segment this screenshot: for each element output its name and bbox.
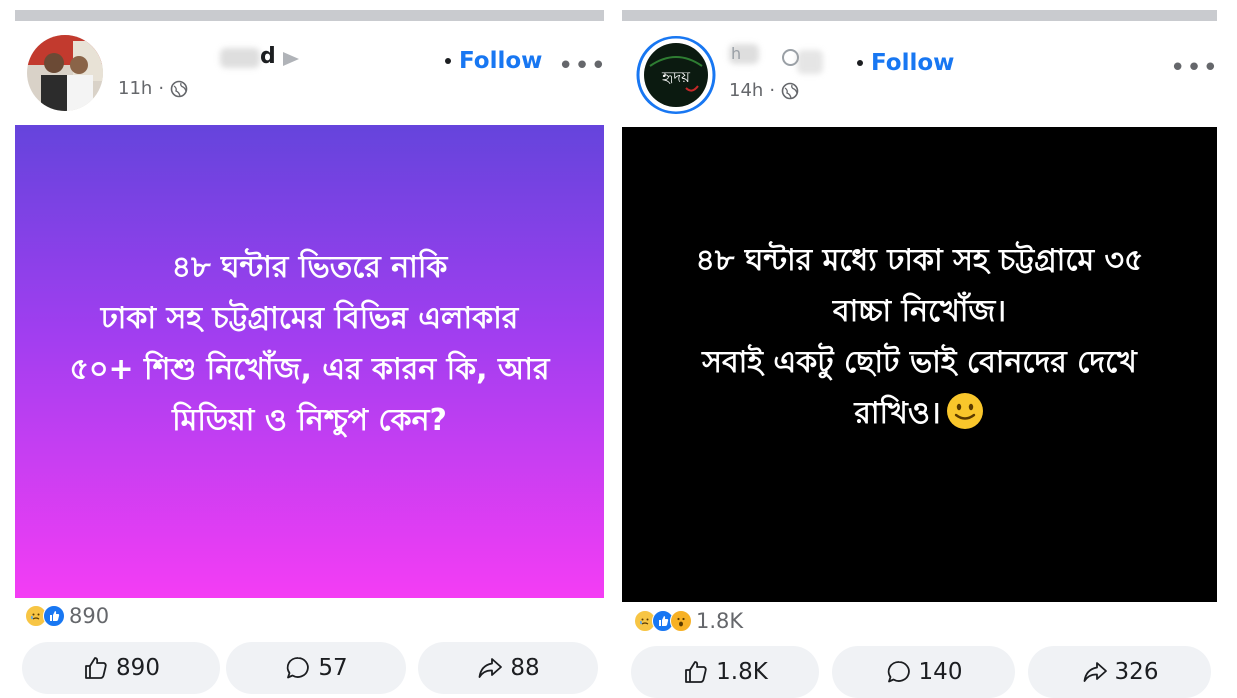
comment-count: 57 xyxy=(318,655,348,681)
smile-emoji-icon xyxy=(946,392,983,429)
like-reaction-icon xyxy=(43,605,65,627)
share-count: 88 xyxy=(510,655,540,681)
comment-icon xyxy=(887,661,910,683)
post-text-card: ৪৮ ঘন্টার ভিতরে নাকি ঢাকা সহ চট্টগ্রামের… xyxy=(15,125,604,598)
like-button[interactable]: 890 xyxy=(22,642,220,694)
post-meta: 11h · xyxy=(118,78,188,99)
follow-button[interactable]: Follow xyxy=(445,48,542,74)
reaction-count: 1.8K xyxy=(696,609,744,633)
like-icon xyxy=(85,657,107,679)
globe-icon xyxy=(170,80,188,97)
post-text-body: ৪৮ ঘন্টার মধ্যে ঢাকা সহ চট্টগ্রামে ৩৫ বা… xyxy=(695,243,1144,431)
share-count: 326 xyxy=(1114,659,1159,685)
post-left: d 11h · Follow ••• ৪৮ ঘন্টার ভিতরে নাকি … xyxy=(15,0,607,697)
comment-icon xyxy=(287,657,310,679)
like-button[interactable]: 1.8K xyxy=(631,646,819,698)
more-options-icon[interactable]: ••• xyxy=(558,53,607,79)
like-count: 890 xyxy=(116,655,160,681)
page-avatar[interactable]: হৃদয় xyxy=(636,36,716,114)
reaction-summary[interactable]: 1.8K xyxy=(634,609,743,633)
share-button[interactable]: 326 xyxy=(1028,646,1211,698)
more-options-icon[interactable]: ••• xyxy=(1170,55,1219,81)
author-name[interactable]: d xyxy=(260,44,276,69)
meta-separator: · xyxy=(158,78,165,99)
post-time[interactable]: 14h xyxy=(729,80,763,101)
author-name-redacted-2 xyxy=(797,50,823,74)
post-text: ৪৮ ঘন্টার ভিতরে নাকি ঢাকা সহ চট্টগ্রামের… xyxy=(69,250,550,438)
comment-count: 140 xyxy=(918,659,963,685)
comment-button[interactable]: 57 xyxy=(226,642,406,694)
author-name-redacted xyxy=(220,48,260,68)
share-icon xyxy=(1083,662,1107,682)
meta-separator: · xyxy=(769,80,776,101)
like-icon xyxy=(685,661,707,683)
post-text: ৪৮ ঘন্টার মধ্যে ঢাকা সহ চট্টগ্রামে ৩৫ বা… xyxy=(685,235,1153,439)
follow-dot xyxy=(445,58,451,64)
avatar-logo-text: হৃদয় xyxy=(661,68,691,86)
author-name[interactable]: h xyxy=(731,44,741,63)
comment-button[interactable]: 140 xyxy=(832,646,1015,698)
follow-label: Follow xyxy=(459,48,543,74)
post-top-divider xyxy=(15,10,604,21)
post-time[interactable]: 11h xyxy=(118,78,152,99)
reaction-summary[interactable]: 890 xyxy=(25,604,109,628)
share-button[interactable]: 88 xyxy=(418,642,598,694)
post-right: হৃদয় h 14h · Follow ••• ৪৮ ঘন্টার মধ্যে… xyxy=(622,0,1219,698)
follow-dot xyxy=(857,60,863,66)
follow-label: Follow xyxy=(871,50,955,76)
follow-button[interactable]: Follow xyxy=(857,50,954,76)
globe-icon xyxy=(781,82,799,99)
author-avatar[interactable] xyxy=(27,35,103,111)
shared-arrow-icon xyxy=(283,52,299,66)
like-count: 1.8K xyxy=(716,659,768,685)
share-icon xyxy=(478,658,503,678)
reaction-count: 890 xyxy=(69,604,110,628)
wow-reaction-icon xyxy=(670,610,692,632)
post-top-divider xyxy=(622,10,1217,21)
post-meta: 14h · xyxy=(729,80,799,101)
post-text-card: ৪৮ ঘন্টার মধ্যে ঢাকা সহ চট্টগ্রামে ৩৫ বা… xyxy=(622,127,1217,602)
